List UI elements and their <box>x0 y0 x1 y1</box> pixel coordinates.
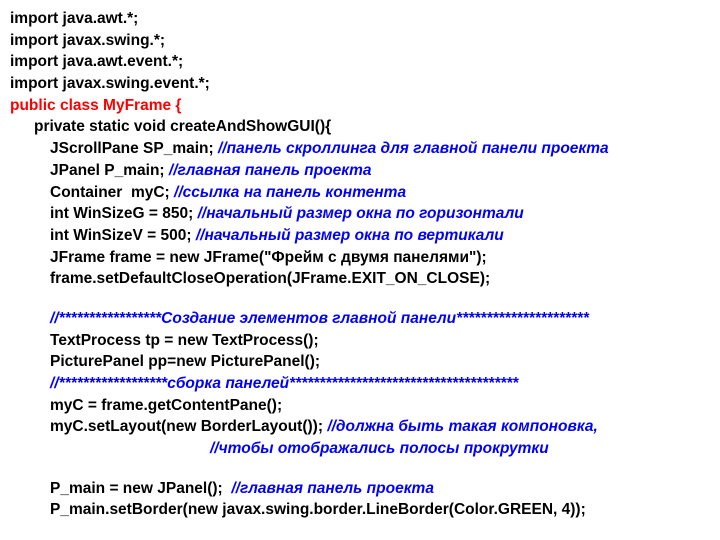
class-declaration: public class MyFrame { <box>10 95 710 117</box>
code-line: TextProcess tp = new TextProcess(); <box>10 330 710 352</box>
code-text: P_main = new JPanel(); <box>50 480 231 497</box>
blank-line <box>10 460 710 478</box>
comment-part: Создание элементов главной панели <box>161 310 456 327</box>
code-line: import javax.swing.event.*; <box>10 73 710 95</box>
code-comment-continued: //чтобы отображались полосы прокрутки <box>10 438 710 460</box>
code-line: Container myC; //ссылка на панель контен… <box>10 182 710 204</box>
code-line: myC.setLayout(new BorderLayout()); //дол… <box>10 416 710 438</box>
code-line: import javax.swing.*; <box>10 30 710 52</box>
code-comment: //панель скроллинга для главной панели п… <box>218 140 609 157</box>
method-signature: private static void createAndShowGUI(){ <box>10 116 710 138</box>
comment-part: //****************** <box>50 375 167 392</box>
code-text: int WinSizeV = 500; <box>50 227 196 244</box>
code-line: import java.awt.event.*; <box>10 51 710 73</box>
code-text: int WinSizeG = 850; <box>50 205 198 222</box>
code-comment: //ссылка на панель контента <box>174 184 406 201</box>
code-line: P_main.setBorder(new javax.swing.border.… <box>10 499 710 521</box>
section-comment: //*****************Создание элементов гл… <box>10 308 710 330</box>
code-comment: //начальный размер окна по горизонтали <box>198 205 524 222</box>
code-line: P_main = new JPanel(); //главная панель … <box>10 478 710 500</box>
comment-part: сборка панелей <box>167 375 289 392</box>
code-line: int WinSizeV = 500; //начальный размер о… <box>10 225 710 247</box>
code-line: JFrame frame = new JFrame("Фрейм с двумя… <box>10 247 710 269</box>
comment-part: ************************************** <box>289 375 518 392</box>
code-line: PicturePanel pp=new PicturePanel(); <box>10 351 710 373</box>
section-comment: //******************сборка панелей******… <box>10 373 710 395</box>
code-line: JScrollPane SP_main; //панель скроллинга… <box>10 138 710 160</box>
code-comment: //должна быть такая компоновка, <box>327 418 598 435</box>
code-line: frame.setDefaultCloseOperation(JFrame.EX… <box>10 268 710 290</box>
code-comment: //главная панель проекта <box>169 162 372 179</box>
comment-part: //***************** <box>50 310 161 327</box>
code-text: JScrollPane SP_main; <box>50 140 218 157</box>
code-text: myC.setLayout(new BorderLayout()); <box>50 418 327 435</box>
code-line: JPanel P_main; //главная панель проекта <box>10 160 710 182</box>
code-line: myC = frame.getContentPane(); <box>10 395 710 417</box>
code-line: int WinSizeG = 850; //начальный размер о… <box>10 203 710 225</box>
code-line: import java.awt.*; <box>10 8 710 30</box>
code-comment: //главная панель проекта <box>231 480 434 497</box>
blank-line <box>10 290 710 308</box>
code-text: Container myC; <box>50 184 174 201</box>
code-comment: //начальный размер окна по вертикали <box>196 227 504 244</box>
comment-part: ********************** <box>456 310 589 327</box>
code-text: JPanel P_main; <box>50 162 169 179</box>
